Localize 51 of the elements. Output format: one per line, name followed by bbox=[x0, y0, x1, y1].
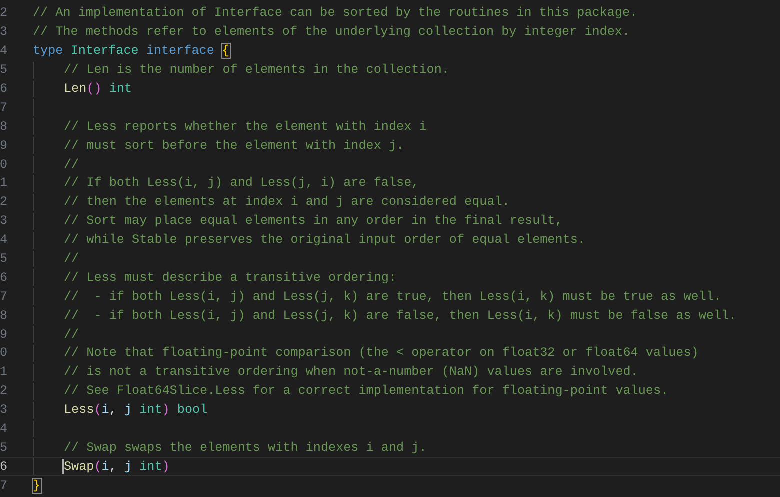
line-number: 2 bbox=[0, 195, 9, 210]
code-line[interactable]: // Len is the number of elements in the collection. bbox=[64, 63, 450, 78]
line-number: 0 bbox=[0, 346, 9, 360]
line-number: 2 bbox=[0, 384, 9, 398]
line-number: 4 bbox=[0, 233, 9, 248]
code-line[interactable]: // Note that floating-point comparison (the < operator on float32 or float64 values) bbox=[64, 346, 699, 360]
code-line[interactable]: // Swap swaps the elements with indexes i and j. bbox=[64, 440, 427, 455]
line-number: 7 bbox=[0, 478, 9, 493]
code-line[interactable]: // then the elements at index i and j are considered equal. bbox=[64, 195, 510, 210]
line-number: 6 bbox=[0, 270, 9, 285]
line-number: 8 bbox=[0, 308, 9, 323]
line-number: 8 bbox=[0, 120, 9, 134]
code-line[interactable]: // must sort before the element with index j. bbox=[64, 138, 404, 153]
line-number: 7 bbox=[0, 100, 9, 115]
code-line[interactable]: Len() int bbox=[64, 82, 132, 96]
line-number: 3 bbox=[0, 214, 9, 228]
line-number: 5 bbox=[0, 63, 9, 78]
line-number: 5 bbox=[0, 440, 9, 455]
code-line[interactable]: // bbox=[64, 328, 80, 342]
code-line[interactable]: // while Stable preserves the original input order of equal elements. bbox=[64, 233, 586, 248]
code-line[interactable]: Less(i, j int) bool bbox=[64, 403, 208, 418]
line-number: 1 bbox=[0, 176, 9, 190]
code-line[interactable]: // bbox=[64, 252, 80, 266]
line-number: 7 bbox=[0, 290, 9, 304]
code-line[interactable]: // If both Less(i, j) and Less(j, i) are false, bbox=[64, 176, 420, 190]
line-number: 1 bbox=[0, 365, 9, 380]
line-number: 3 bbox=[0, 25, 9, 40]
code-line[interactable]: } bbox=[33, 478, 41, 493]
text-cursor bbox=[62, 459, 64, 474]
code-line[interactable]: type Interface interface { bbox=[33, 44, 230, 58]
line-number: 9 bbox=[0, 328, 9, 342]
line-number: 2 bbox=[0, 6, 9, 20]
code-line[interactable]: // An implementation of Interface can be sorted by the routines in this package. bbox=[33, 6, 638, 20]
code-line[interactable]: // See Float64Slice.Less for a correct implementation for floating-point values. bbox=[64, 384, 669, 398]
line-number: 4 bbox=[0, 44, 9, 58]
code-line[interactable]: // Less must describe a transitive ordering: bbox=[64, 270, 397, 285]
code-line[interactable]: // Sort may place equal elements in any order in the final result, bbox=[64, 214, 563, 228]
line-number: 9 bbox=[0, 138, 9, 153]
line-number: 5 bbox=[0, 252, 9, 266]
line-number: 6 bbox=[0, 82, 9, 96]
code-line[interactable]: Swap(i, j int) bbox=[64, 460, 170, 474]
code-line[interactable]: // The methods refer to elements of the underlying collection by integer index. bbox=[33, 25, 630, 40]
code-line[interactable]: // is not a transitive ordering when not-a-number (NaN) values are involved. bbox=[64, 365, 638, 380]
code-line[interactable]: // Less reports whether the element with index i bbox=[64, 120, 427, 134]
line-number: 0 bbox=[0, 158, 9, 172]
code-line[interactable]: // - if both Less(i, j) and Less(j, k) are true, then Less(i, k) must be true as well. bbox=[64, 290, 722, 304]
line-number: 6 bbox=[0, 460, 9, 474]
code-line[interactable]: // - if both Less(i, j) and Less(j, k) are false, then Less(i, k) must be false as well. bbox=[64, 308, 737, 323]
code-line[interactable]: // bbox=[64, 158, 80, 172]
line-number: 3 bbox=[0, 403, 9, 418]
line-number: 4 bbox=[0, 422, 9, 436]
